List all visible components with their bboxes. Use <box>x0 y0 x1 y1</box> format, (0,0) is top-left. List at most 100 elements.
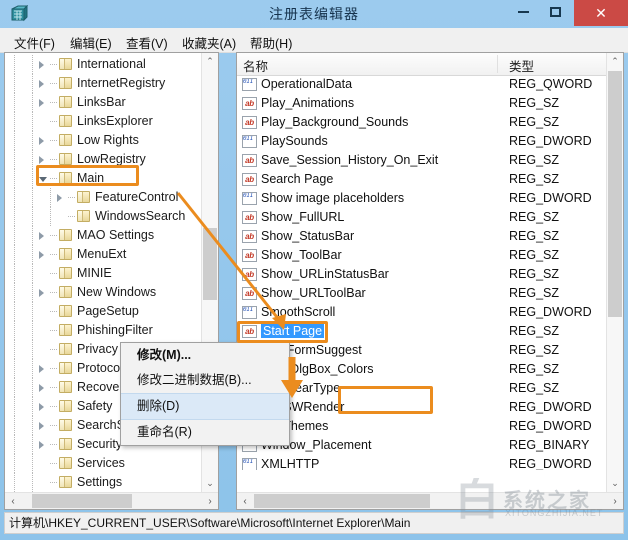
value-row[interactable]: 011 110UseThemesREG_DWORD <box>237 417 607 436</box>
expand-collapse-icon-closed[interactable] <box>57 194 62 202</box>
value-row[interactable]: 011 110 Show image placeholders REG_DWORD <box>237 189 607 208</box>
expand-collapse-icon-closed[interactable] <box>39 289 44 297</box>
value-row[interactable]: ab Save_Session_History_On_Exit REG_SZ <box>237 151 607 170</box>
tree-item-international[interactable]: International <box>5 55 203 74</box>
menu-item-3[interactable]: 查看(V) <box>122 31 172 54</box>
tree-guide-line <box>14 283 15 302</box>
value-name: Show_URLinStatusBar <box>261 267 389 281</box>
value-row[interactable]: ab Show_ToolBar REG_SZ <box>237 246 607 265</box>
tree-item-services[interactable]: Services <box>5 454 203 473</box>
tree-item-label: Settings <box>77 475 123 489</box>
value-row[interactable]: 011 110 PlaySounds REG_DWORD <box>237 132 607 151</box>
values-scroll-up-button[interactable]: ⌃ <box>607 53 623 70</box>
value-row[interactable]: 011 110 OperationalData REG_QWORD <box>237 75 607 94</box>
tree-guide-line <box>32 435 33 454</box>
tree-guide-line <box>32 131 33 150</box>
menu-bar: 文件(F) 编辑(E) 查看(V) 收藏夹(A) 帮助(H) <box>0 28 628 53</box>
tree-item-linksexplorer[interactable]: LinksExplorer <box>5 112 203 131</box>
tree-item-label: International <box>77 57 146 71</box>
value-row[interactable]: 011 110 SmoothScroll REG_DWORD <box>237 303 607 322</box>
close-button[interactable]: ✕ <box>574 0 628 26</box>
registry-values-pane[interactable]: 名称 类型 011 110 OperationalData REG_QWORDab Pl… <box>236 52 624 510</box>
tree-scroll-thumb[interactable] <box>203 228 217 300</box>
context-menu-item-2[interactable]: 修改二进制数据(B)... <box>121 368 289 393</box>
tree-horizontal-scrollbar[interactable]: ‹ › <box>5 492 218 509</box>
value-row[interactable]: ab Play_Animations REG_SZ <box>237 94 607 113</box>
tree-item-new-windows[interactable]: New Windows <box>5 283 203 302</box>
tree-connector <box>50 64 58 65</box>
menu-item-1[interactable]: 文件(F) <box>10 31 59 54</box>
tree-guide-line <box>32 397 33 416</box>
menu-item-5[interactable]: 帮助(H) <box>246 31 296 54</box>
folder-icon <box>59 419 72 431</box>
tree-scroll-up-button[interactable]: ⌃ <box>202 53 218 70</box>
tree-item-mao-settings[interactable]: MAO Settings <box>5 226 203 245</box>
expand-collapse-icon-closed[interactable] <box>39 232 44 240</box>
string-value-icon: ab <box>242 211 257 224</box>
binary-value-icon: 011 110 <box>242 306 257 319</box>
expand-collapse-icon-closed[interactable] <box>39 365 44 373</box>
context-menu-item-3[interactable]: 删除(D) <box>121 393 289 420</box>
tree-item-phishingfilter[interactable]: PhishingFilter <box>5 321 203 340</box>
value-row[interactable]: ab Search Page REG_SZ <box>237 170 607 189</box>
expand-collapse-icon-closed[interactable] <box>39 384 44 392</box>
value-row[interactable]: ab Show_URLToolBar REG_SZ <box>237 284 607 303</box>
folder-icon <box>59 362 72 374</box>
values-scroll-left-button[interactable]: ‹ <box>237 493 253 509</box>
tree-item-low-rights[interactable]: Low Rights <box>5 131 203 150</box>
binary-value-icon: 011 110 <box>242 135 257 148</box>
tree-guide-line <box>32 245 33 264</box>
value-row[interactable]: ab Play_Background_Sounds REG_SZ <box>237 113 607 132</box>
menu-item-4[interactable]: 收藏夹(A) <box>178 31 240 54</box>
tree-connector <box>50 83 58 84</box>
expand-collapse-icon-closed[interactable] <box>39 441 44 449</box>
expand-collapse-icon-closed[interactable] <box>39 99 44 107</box>
tree-guide-line <box>14 188 15 207</box>
tree-guide-line <box>14 264 15 283</box>
menu-item-2[interactable]: 编辑(E) <box>66 31 116 54</box>
value-row[interactable]: ab Show_URLinStatusBar REG_SZ <box>237 265 607 284</box>
values-hscroll-thumb[interactable] <box>254 494 430 508</box>
column-header-name[interactable]: 名称 <box>243 56 268 75</box>
expand-collapse-icon-closed[interactable] <box>39 403 44 411</box>
column-divider[interactable] <box>497 55 498 73</box>
tree-scroll-left-button[interactable]: ‹ <box>5 493 21 509</box>
expand-collapse-icon-closed[interactable] <box>39 80 44 88</box>
tree-item-featurecontrol[interactable]: FeatureControl <box>5 188 203 207</box>
expand-collapse-icon-closed[interactable] <box>39 156 44 164</box>
value-row[interactable]: abUse_DlgBox_ColorsREG_SZ <box>237 360 607 379</box>
tree-item-settings[interactable]: Settings <box>5 473 203 492</box>
tree-item-menuext[interactable]: MenuExt <box>5 245 203 264</box>
value-context-menu[interactable]: 修改(M)... 修改二进制数据(B)... 删除(D) 重命名(R) <box>120 342 290 446</box>
tree-item-pagesetup[interactable]: PageSetup <box>5 302 203 321</box>
expand-collapse-icon-closed[interactable] <box>39 137 44 145</box>
tree-scroll-right-button[interactable]: › <box>202 493 218 509</box>
values-column-header[interactable]: 名称 类型 <box>237 53 623 76</box>
expand-collapse-icon-closed[interactable] <box>39 61 44 69</box>
value-row[interactable]: abUse FormSuggestREG_SZ <box>237 341 607 360</box>
context-menu-item-4[interactable]: 重命名(R) <box>121 420 289 445</box>
tree-connector <box>50 311 58 312</box>
tree-item-windowssearch[interactable]: WindowsSearch <box>5 207 203 226</box>
tree-connector <box>50 292 58 293</box>
value-row[interactable]: ab Show_FullURL REG_SZ <box>237 208 607 227</box>
tree-item-internetregistry[interactable]: InternetRegistry <box>5 74 203 93</box>
tree-connector <box>50 482 58 483</box>
expand-collapse-icon-closed[interactable] <box>39 251 44 259</box>
values-vertical-scrollbar[interactable]: ⌃ ⌄ <box>606 53 623 492</box>
maximize-button[interactable] <box>540 0 570 24</box>
tree-item-linksbar[interactable]: LinksBar <box>5 93 203 112</box>
expand-collapse-icon-closed[interactable] <box>39 422 44 430</box>
minimize-button[interactable] <box>508 0 538 24</box>
tree-scroll-down-button[interactable]: ⌄ <box>202 475 218 492</box>
tree-item-minie[interactable]: MINIE <box>5 264 203 283</box>
tree-hscroll-thumb[interactable] <box>32 494 132 508</box>
value-row[interactable]: 011 110Window_PlacementREG_BINARY <box>237 436 607 455</box>
column-header-type[interactable]: 类型 <box>509 56 534 75</box>
value-row[interactable]: 011 110 XMLHTTP REG_DWORD <box>237 455 607 470</box>
tree-guide-line <box>14 169 15 188</box>
value-row[interactable]: ab Show_StatusBar REG_SZ <box>237 227 607 246</box>
tree-guide-line <box>14 207 15 226</box>
values-scroll-thumb[interactable] <box>608 71 622 317</box>
context-menu-item-1[interactable]: 修改(M)... <box>121 343 289 368</box>
